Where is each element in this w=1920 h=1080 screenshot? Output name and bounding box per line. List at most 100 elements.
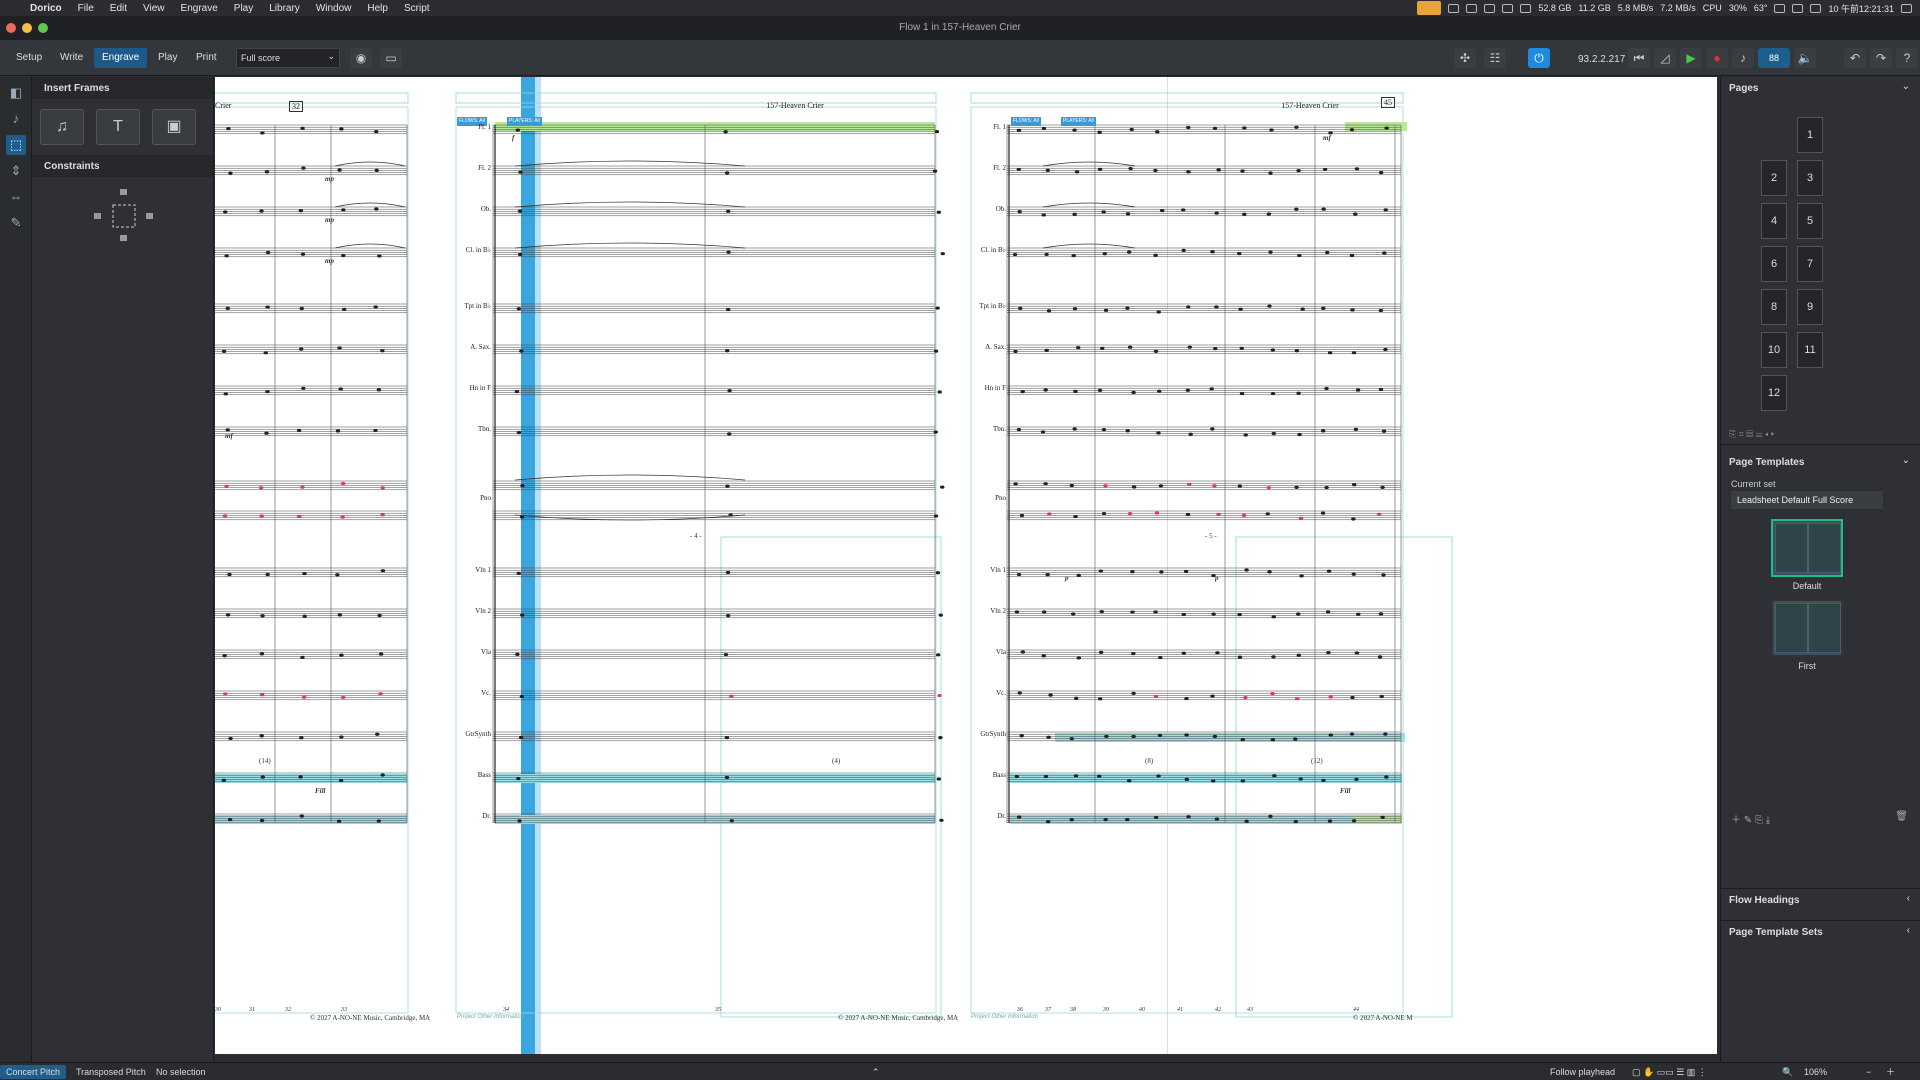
instrument-label[interactable]: Ob.	[962, 205, 1006, 213]
edit-icon[interactable]: ✎	[1744, 815, 1752, 826]
note-head[interactable]	[1380, 485, 1385, 489]
note-head[interactable]	[725, 484, 730, 488]
graphics-frame-button[interactable]: ▣	[152, 109, 196, 145]
instrument-label[interactable]: Vc.	[962, 689, 1006, 697]
note-head[interactable]	[265, 572, 270, 577]
note-head[interactable]	[1048, 693, 1053, 697]
note-head[interactable]	[1016, 167, 1021, 172]
concert-pitch-toggle[interactable]: Concert Pitch	[0, 1065, 67, 1079]
mode-play[interactable]: Play	[150, 48, 185, 68]
note-head[interactable]	[300, 252, 306, 256]
instrument-label[interactable]: GtrSynth	[962, 730, 1006, 738]
note-head[interactable]	[1184, 696, 1189, 701]
note-head[interactable]	[297, 514, 302, 518]
note-head[interactable]	[1325, 610, 1331, 614]
note-head[interactable]	[1382, 251, 1387, 255]
note-head[interactable]	[380, 569, 386, 573]
note-head[interactable]	[221, 349, 227, 353]
note-head[interactable]	[296, 428, 302, 433]
note-head[interactable]	[1378, 170, 1384, 175]
note-head[interactable]	[340, 515, 345, 519]
note-head[interactable]	[933, 349, 939, 353]
note-head[interactable]	[1131, 390, 1136, 395]
note-head[interactable]	[265, 305, 270, 309]
note-head[interactable]	[1383, 208, 1388, 212]
note-head[interactable]	[518, 735, 524, 740]
note-head[interactable]	[337, 346, 342, 350]
mode-write[interactable]: Write	[52, 48, 91, 68]
speaker-icon[interactable]: 🔈	[1794, 48, 1816, 68]
note-head[interactable]	[1158, 655, 1163, 660]
note-head[interactable]	[341, 208, 346, 212]
note-head[interactable]	[1378, 612, 1384, 616]
note-head[interactable]	[1294, 485, 1299, 489]
metronome-icon[interactable]: ◿	[1654, 48, 1676, 68]
menu-help[interactable]: Help	[359, 3, 396, 14]
note-head[interactable]	[1153, 349, 1159, 353]
page-template-sets-section-heading[interactable]: Page Template Sets ‹	[1721, 920, 1920, 942]
note-head[interactable]	[1298, 516, 1304, 520]
note-head[interactable]	[1069, 483, 1075, 488]
instrument-label[interactable]: Fl. 1	[447, 123, 491, 131]
note-head[interactable]	[224, 254, 229, 258]
zoom-in-icon[interactable]: ＋	[1880, 1065, 1901, 1079]
note-head[interactable]	[1380, 815, 1385, 819]
note-head[interactable]	[259, 209, 264, 213]
note-head[interactable]	[1156, 774, 1161, 778]
note-head[interactable]	[938, 736, 943, 740]
note-head[interactable]	[1047, 512, 1052, 516]
note-head[interactable]	[228, 171, 233, 175]
note-head[interactable]	[337, 168, 342, 172]
note-head[interactable]	[1321, 306, 1326, 310]
note-head[interactable]	[1321, 207, 1326, 211]
text-frame-button[interactable]: T	[96, 109, 140, 145]
note-head[interactable]	[1268, 250, 1273, 254]
note-head[interactable]	[227, 572, 232, 577]
note-head[interactable]	[374, 130, 379, 134]
page-thumbnail-5[interactable]: 5	[1797, 203, 1823, 239]
note-head[interactable]	[1238, 307, 1243, 311]
note-head[interactable]	[932, 169, 938, 173]
note-head[interactable]	[1209, 387, 1214, 391]
tabs-icon[interactable]: ▭	[380, 48, 402, 68]
note-head[interactable]	[1243, 433, 1248, 437]
note-head[interactable]	[520, 613, 525, 617]
note-head[interactable]	[301, 695, 307, 699]
note-head[interactable]	[935, 653, 941, 657]
note-head[interactable]	[1239, 346, 1244, 350]
note-head[interactable]	[1046, 735, 1051, 739]
note-head[interactable]	[1349, 732, 1355, 736]
note-head[interactable]	[339, 653, 344, 657]
note-head[interactable]	[1328, 733, 1333, 737]
note-head[interactable]	[1295, 696, 1300, 701]
note-head[interactable]	[337, 613, 343, 617]
note-head[interactable]	[1210, 694, 1215, 698]
note-head[interactable]	[1127, 345, 1133, 349]
note-head[interactable]	[1184, 777, 1190, 781]
note-head[interactable]	[1296, 391, 1301, 395]
note-head[interactable]	[376, 388, 382, 392]
note-head[interactable]	[724, 171, 730, 175]
note-head[interactable]	[1013, 482, 1018, 486]
note-head[interactable]	[1019, 513, 1025, 518]
note-head[interactable]	[1071, 253, 1076, 258]
note-head[interactable]	[1351, 517, 1356, 521]
note-head[interactable]	[516, 307, 522, 311]
note-head[interactable]	[1214, 211, 1219, 215]
note-head[interactable]	[517, 252, 523, 257]
note-head[interactable]	[301, 386, 306, 390]
note-head[interactable]	[1350, 695, 1355, 700]
redo-icon[interactable]: ↷	[1870, 48, 1892, 68]
note-head[interactable]	[1041, 213, 1046, 217]
status-icon[interactable]	[1520, 3, 1532, 13]
note-head[interactable]	[258, 486, 264, 490]
note-head[interactable]	[259, 818, 265, 823]
note-head[interactable]	[1153, 253, 1158, 257]
faders-icon[interactable]: ☷	[1484, 48, 1506, 68]
note-head[interactable]	[1185, 512, 1191, 517]
note-head[interactable]	[1069, 818, 1074, 822]
note-head[interactable]	[727, 389, 732, 393]
note-head[interactable]	[1125, 212, 1131, 216]
note-head[interactable]	[1074, 696, 1079, 700]
note-head[interactable]	[1242, 212, 1247, 216]
